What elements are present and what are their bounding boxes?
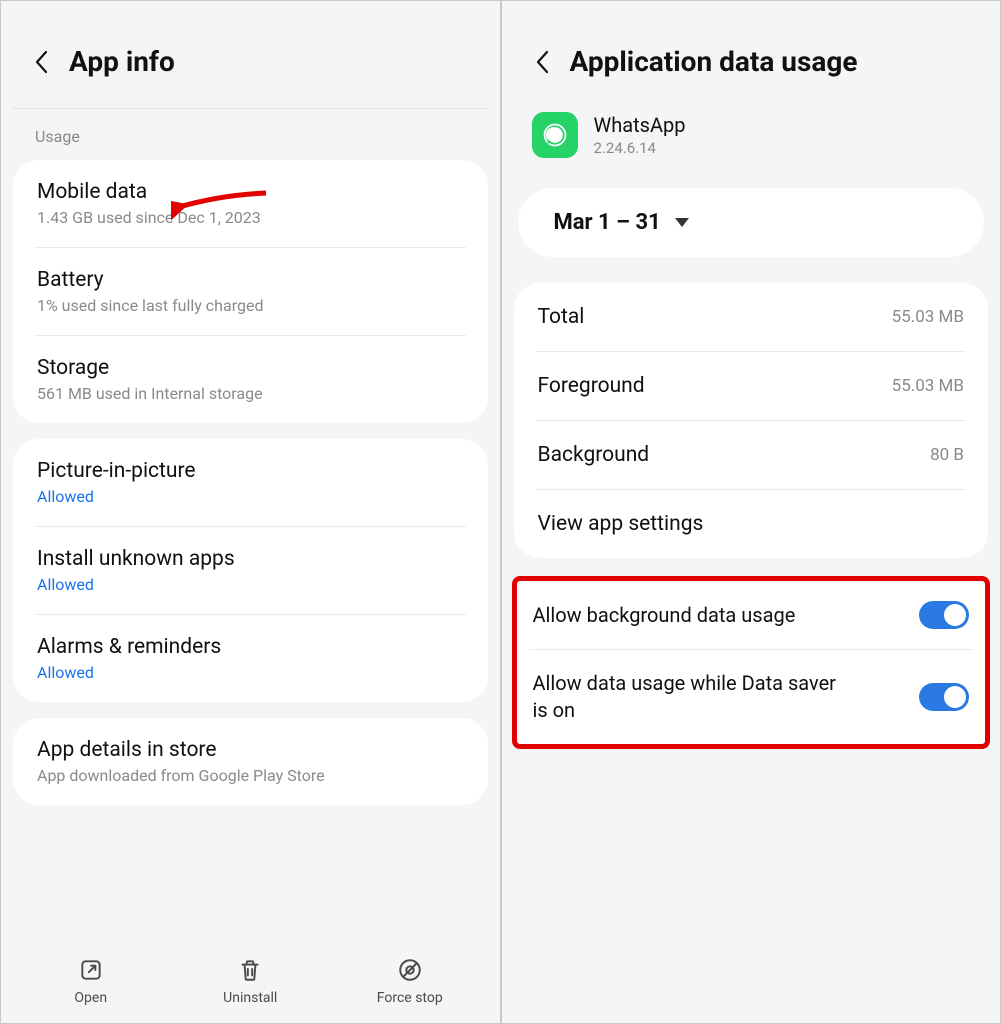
stat-label: Background	[538, 443, 650, 467]
view-app-settings-row[interactable]: View app settings	[514, 490, 989, 558]
row-title: Picture-in-picture	[37, 459, 464, 483]
foreground-row: Foreground 55.03 MB	[514, 352, 989, 420]
uninstall-button[interactable]: Uninstall	[190, 956, 310, 1006]
force-stop-button[interactable]: Force stop	[350, 956, 470, 1006]
row-subtitle: Allowed	[37, 487, 464, 506]
allow-data-saver-row[interactable]: Allow data usage while Data saver is on	[517, 650, 986, 744]
row-title: Install unknown apps	[37, 547, 464, 571]
open-button[interactable]: Open	[31, 956, 151, 1006]
back-button[interactable]	[528, 48, 556, 76]
app-info-screen: App info Usage Mobile data 1.43 GB used …	[0, 0, 501, 1024]
page-title: Application data usage	[570, 45, 858, 78]
row-subtitle: Allowed	[37, 663, 464, 682]
stop-icon	[396, 956, 424, 984]
row-title: Mobile data	[37, 180, 464, 204]
date-range-selector[interactable]: Mar 1 – 31	[518, 188, 985, 257]
dropdown-triangle-icon	[675, 218, 689, 227]
date-range-label: Mar 1 – 31	[554, 210, 661, 235]
permissions-card: Picture-in-picture Allowed Install unkno…	[13, 439, 488, 702]
row-title: Storage	[37, 356, 464, 380]
app-details-row[interactable]: App details in store App downloaded from…	[13, 718, 488, 805]
back-button[interactable]	[27, 48, 55, 76]
open-icon	[77, 956, 105, 984]
total-row: Total 55.03 MB	[514, 283, 989, 351]
whatsapp-icon	[532, 112, 578, 158]
app-info: WhatsApp 2.24.6.14	[594, 113, 686, 157]
battery-row[interactable]: Battery 1% used since last fully charged	[13, 248, 488, 335]
stat-value: 55.03 MB	[892, 376, 964, 396]
header: Application data usage	[502, 1, 1001, 108]
label: Force stop	[377, 990, 443, 1006]
row-title: Battery	[37, 268, 464, 292]
picture-in-picture-row[interactable]: Picture-in-picture Allowed	[13, 439, 488, 526]
usage-stats-card: Total 55.03 MB Foreground 55.03 MB Backg…	[514, 283, 989, 558]
row-subtitle: App downloaded from Google Play Store	[37, 766, 464, 785]
mobile-data-row[interactable]: Mobile data 1.43 GB used since Dec 1, 20…	[13, 160, 488, 247]
data-usage-screen: Application data usage WhatsApp 2.24.6.1…	[501, 0, 1001, 1024]
page-title: App info	[69, 45, 175, 78]
allow-background-data-toggle[interactable]	[919, 601, 969, 629]
row-title: App details in store	[37, 738, 464, 762]
row-subtitle: 1.43 GB used since Dec 1, 2023	[37, 208, 464, 227]
allow-data-saver-toggle[interactable]	[919, 683, 969, 711]
highlighted-toggles-card: Allow background data usage Allow data u…	[512, 576, 991, 749]
label: Open	[74, 990, 107, 1006]
row-subtitle: 561 MB used in Internal storage	[37, 384, 464, 403]
usage-card: Mobile data 1.43 GB used since Dec 1, 20…	[13, 160, 488, 423]
install-unknown-apps-row[interactable]: Install unknown apps Allowed	[13, 527, 488, 614]
chevron-left-icon	[34, 50, 48, 74]
stat-label: Total	[538, 305, 585, 329]
app-details-card: App details in store App downloaded from…	[13, 718, 488, 805]
app-name: WhatsApp	[594, 113, 686, 137]
background-row: Background 80 B	[514, 421, 989, 489]
usage-section-label: Usage	[1, 109, 500, 154]
bottom-action-bar: Open Uninstall Force stop	[1, 939, 500, 1023]
toggle-label: Allow data usage while Data saver is on	[533, 670, 853, 724]
header: App info	[1, 1, 500, 108]
row-subtitle: 1% used since last fully charged	[37, 296, 464, 315]
label: View app settings	[538, 512, 704, 536]
toggle-label: Allow background data usage	[533, 602, 796, 629]
trash-icon	[236, 956, 264, 984]
row-subtitle: Allowed	[37, 575, 464, 594]
chevron-left-icon	[535, 50, 549, 74]
stat-value: 80 B	[930, 445, 964, 465]
app-header: WhatsApp 2.24.6.14	[502, 108, 1001, 178]
alarms-reminders-row[interactable]: Alarms & reminders Allowed	[13, 615, 488, 702]
row-title: Alarms & reminders	[37, 635, 464, 659]
stat-label: Foreground	[538, 374, 645, 398]
stat-value: 55.03 MB	[892, 307, 964, 327]
label: Uninstall	[223, 990, 277, 1006]
app-version: 2.24.6.14	[594, 139, 686, 157]
storage-row[interactable]: Storage 561 MB used in Internal storage	[13, 336, 488, 423]
allow-background-data-row[interactable]: Allow background data usage	[517, 581, 986, 649]
